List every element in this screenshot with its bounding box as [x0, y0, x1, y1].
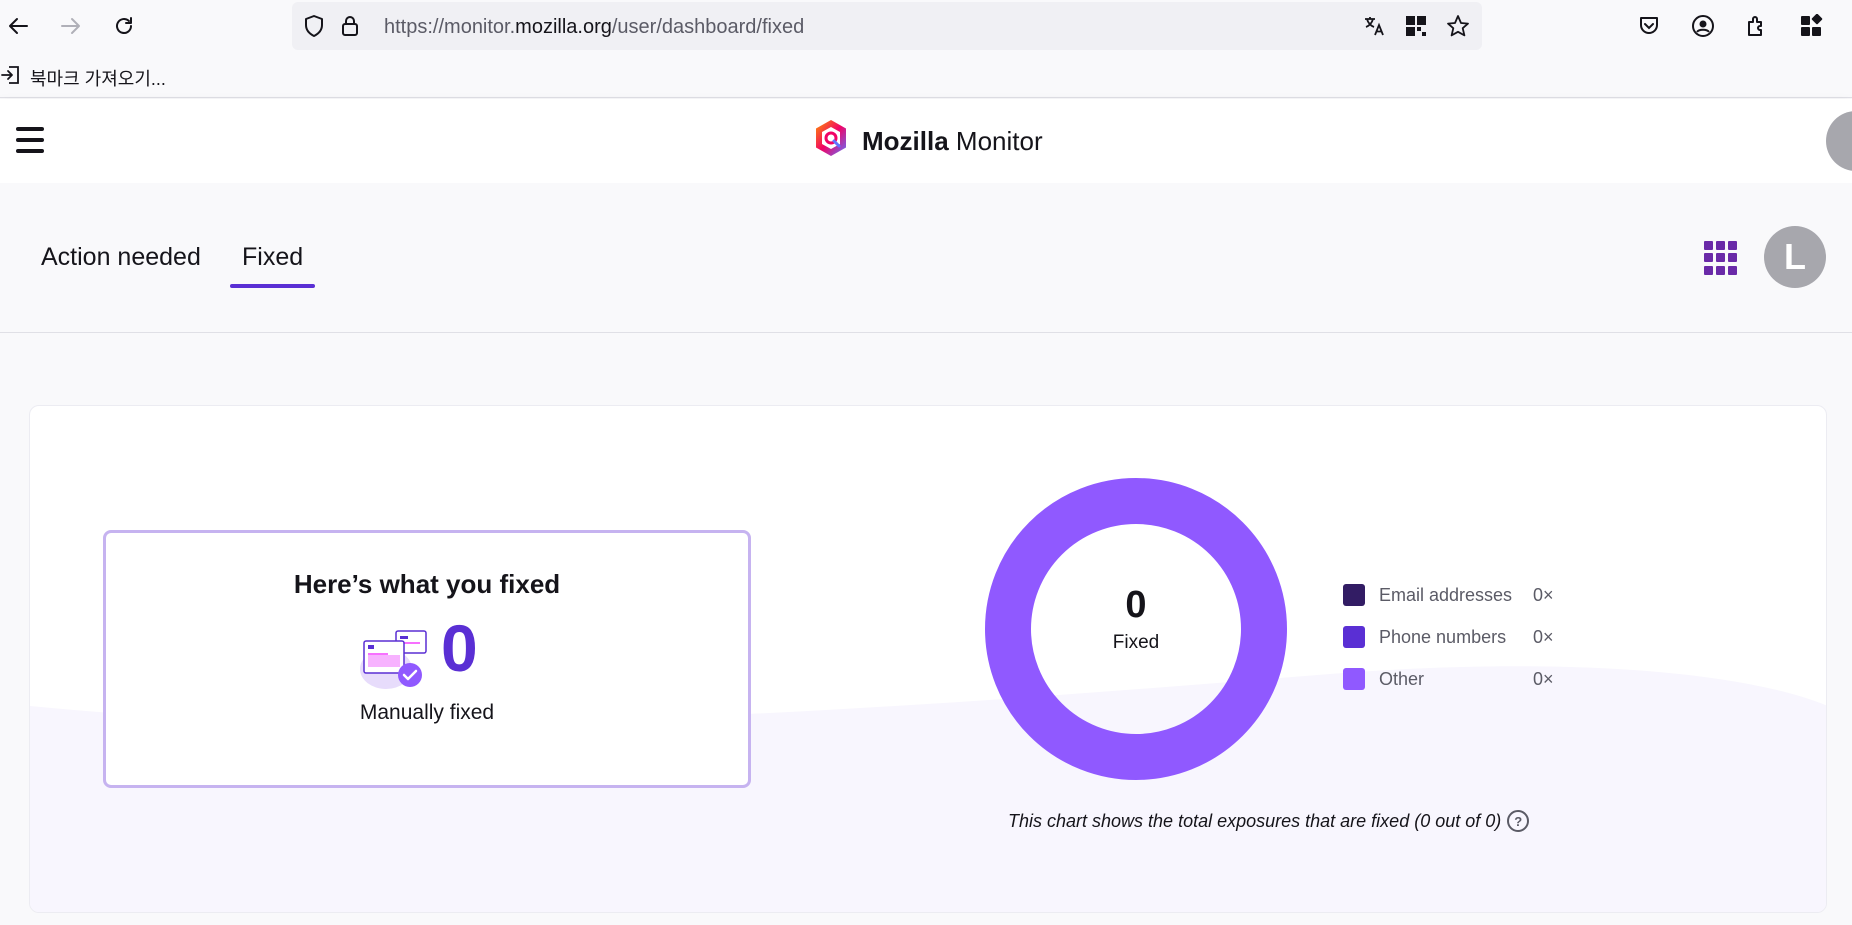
fixed-summary-card: Here’s what you fixed 0 Manually fixed 0… [29, 405, 1827, 913]
monitor-logo-icon [812, 118, 850, 165]
apps-grid-icon[interactable] [1704, 241, 1738, 275]
header-avatar[interactable] [1826, 111, 1852, 171]
chart-legend: Email addresses 0× Phone numbers 0× Othe… [1343, 574, 1554, 700]
legend-label: Phone numbers [1379, 626, 1507, 647]
back-icon[interactable] [2, 10, 34, 42]
legend-swatch [1343, 668, 1365, 690]
brand-name-bold: Mozilla [862, 125, 949, 156]
reload-icon[interactable] [108, 10, 140, 42]
url-text: https://monitor.mozilla.org/user/dashboa… [384, 16, 805, 38]
url-bar[interactable]: https://monitor.mozilla.org/user/dashboa… [292, 2, 1482, 50]
legend-item-phone: Phone numbers 0× [1343, 616, 1554, 658]
legend-item-other: Other 0× [1343, 658, 1554, 700]
fixed-count: 0 [441, 611, 478, 685]
import-bookmarks-link[interactable]: 북마크 가져오기... [0, 64, 166, 91]
legend-value: 0× [1533, 626, 1554, 647]
bookmarks-bar: 북마크 가져오기... [0, 54, 1852, 98]
shield-icon[interactable] [300, 12, 328, 40]
site-header: Mozilla Monitor [0, 99, 1852, 183]
donut-center: 0 Fixed [985, 586, 1287, 654]
lock-icon[interactable] [336, 12, 364, 40]
dashboard-tabs: Action needed Fixed L [0, 183, 1852, 333]
avatar[interactable]: L [1764, 226, 1826, 288]
legend-value: 0× [1533, 668, 1554, 689]
tab-fixed[interactable]: Fixed [229, 243, 316, 288]
legend-swatch [1343, 584, 1365, 606]
translate-icon[interactable] [1360, 12, 1388, 40]
summary-title: Here’s what you fixed [293, 569, 561, 599]
summary-subtitle: Manually fixed [359, 701, 495, 724]
legend-item-email: Email addresses 0× [1343, 574, 1554, 616]
pocket-icon[interactable] [1633, 10, 1665, 42]
manual-fix-box: Here’s what you fixed 0 Manually fixed [103, 530, 751, 788]
import-bookmarks-label: 북마크 가져오기... [30, 68, 166, 89]
browser-toolbar: https://monitor.mozilla.org/user/dashboa… [0, 0, 1852, 54]
fixed-illustration-icon [356, 629, 432, 691]
chart-caption-text: This chart shows the total exposures tha… [1008, 810, 1502, 831]
account-icon[interactable] [1687, 10, 1719, 42]
menu-icon[interactable] [16, 127, 44, 153]
help-icon[interactable]: ? [1507, 810, 1530, 832]
chart-caption: This chart shows the total exposures tha… [1008, 810, 1530, 832]
star-icon[interactable] [1444, 12, 1472, 40]
qr-code-icon[interactable] [1402, 12, 1430, 40]
forward-icon[interactable] [55, 10, 87, 42]
legend-value: 0× [1533, 584, 1554, 605]
brand-name-light: Monitor [955, 125, 1043, 156]
legend-swatch [1343, 626, 1365, 648]
apps-menu-icon[interactable] [1795, 10, 1827, 42]
import-icon [0, 64, 22, 91]
donut-center-label: Fixed [1112, 632, 1160, 653]
extensions-icon[interactable] [1741, 10, 1773, 42]
legend-label: Email addresses [1379, 584, 1513, 605]
legend-label: Other [1379, 668, 1425, 689]
brand-logo[interactable]: Mozilla Monitor [812, 119, 1043, 161]
donut-center-value: 0 [1125, 584, 1147, 626]
tab-action-needed[interactable]: Action needed [41, 243, 201, 272]
